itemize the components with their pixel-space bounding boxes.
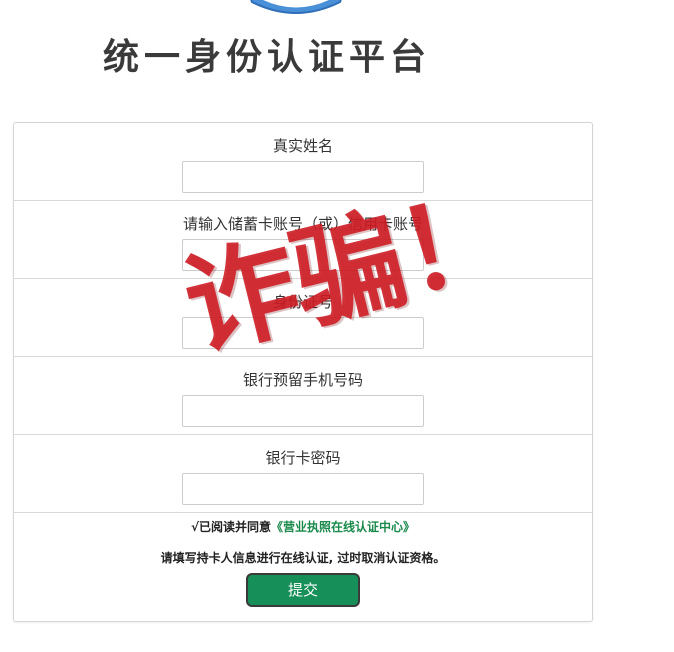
field-label-id-number: 身份证号 [272, 293, 333, 311]
id-number-input[interactable] [182, 317, 424, 349]
form-row-phone: 银行预留手机号码 [14, 357, 592, 435]
shield-icon [250, 0, 342, 14]
form-panel: 真实姓名 请输入储蓄卡账号（或）信用卡账号 身份证号 银行预留手机号码 银行卡密… [13, 122, 593, 622]
notice-text: 请填写持卡人信息进行在线认证, 过时取消认证资格。 [160, 551, 446, 565]
name-input[interactable] [182, 161, 424, 193]
form-row-password: 银行卡密码 [14, 435, 592, 513]
form-row-name: 真实姓名 [14, 123, 592, 201]
field-label-name: 真实姓名 [272, 137, 333, 155]
card-password-input[interactable] [182, 473, 424, 505]
field-label-password: 银行卡密码 [265, 449, 341, 467]
field-label-card-number: 请输入储蓄卡账号（或）信用卡账号 [182, 215, 423, 233]
form-footer: √已阅读并同意《营业执照在线认证中心》 请填写持卡人信息进行在线认证, 过时取消… [14, 513, 592, 619]
submit-button[interactable]: 提交 [246, 573, 360, 607]
phone-input[interactable] [182, 395, 424, 427]
page: 统一身份认证平台 真实姓名 请输入储蓄卡账号（或）信用卡账号 身份证号 银行预留… [0, 0, 674, 652]
platform-title: 统一身份认证平台 [103, 37, 432, 78]
card-number-input[interactable] [182, 239, 424, 271]
field-label-phone: 银行预留手机号码 [242, 371, 363, 389]
agreement-link[interactable]: 《营业执照在线认证中心》 [271, 520, 415, 534]
agreement-prefix: 已阅读并同意 [198, 520, 271, 534]
agreement-line: √已阅读并同意《营业执照在线认证中心》 [14, 519, 592, 535]
checkmark-icon: √ [190, 520, 199, 534]
form-row-id-number: 身份证号 [14, 279, 592, 357]
form-row-card-number: 请输入储蓄卡账号（或）信用卡账号 [14, 201, 592, 279]
